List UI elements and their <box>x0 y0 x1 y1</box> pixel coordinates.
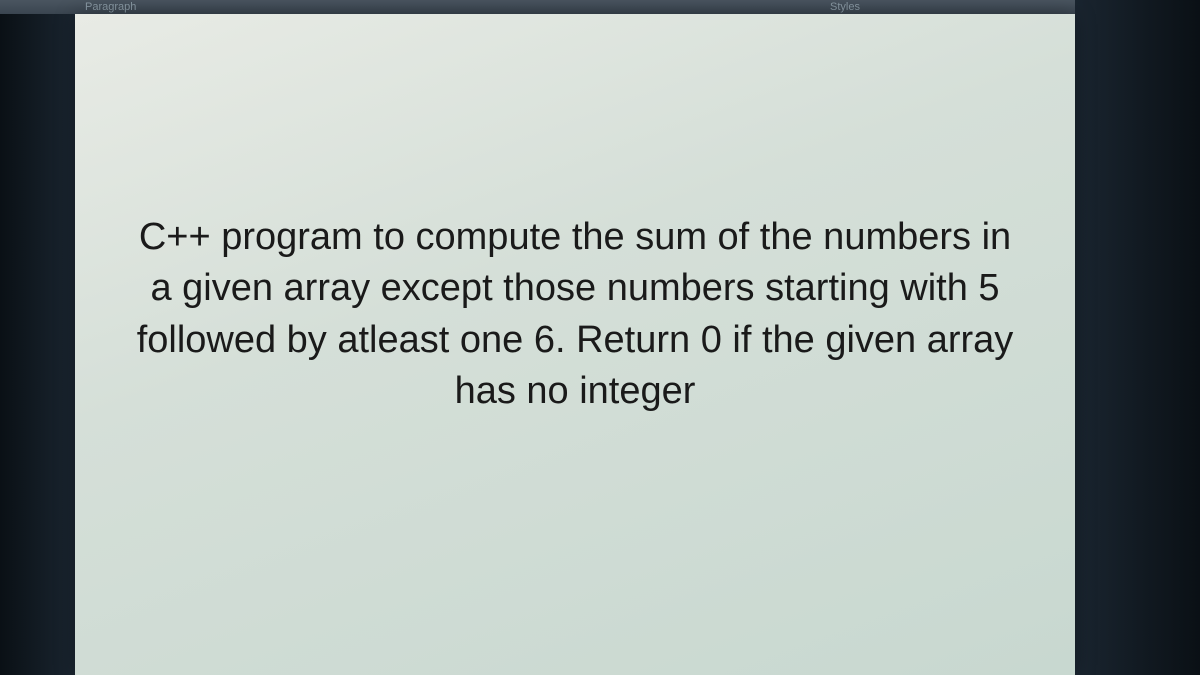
document-body-text[interactable]: C++ program to compute the sum of the nu… <box>135 212 1015 417</box>
document-page[interactable]: C++ program to compute the sum of the nu… <box>75 14 1075 675</box>
screen-bezel-right <box>1075 0 1200 675</box>
screen-bezel-left <box>0 14 75 675</box>
ribbon-group-styles: Styles <box>830 1 860 13</box>
ribbon-group-paragraph: Paragraph <box>85 1 136 13</box>
ribbon-toolbar: Paragraph Styles <box>0 0 1200 14</box>
